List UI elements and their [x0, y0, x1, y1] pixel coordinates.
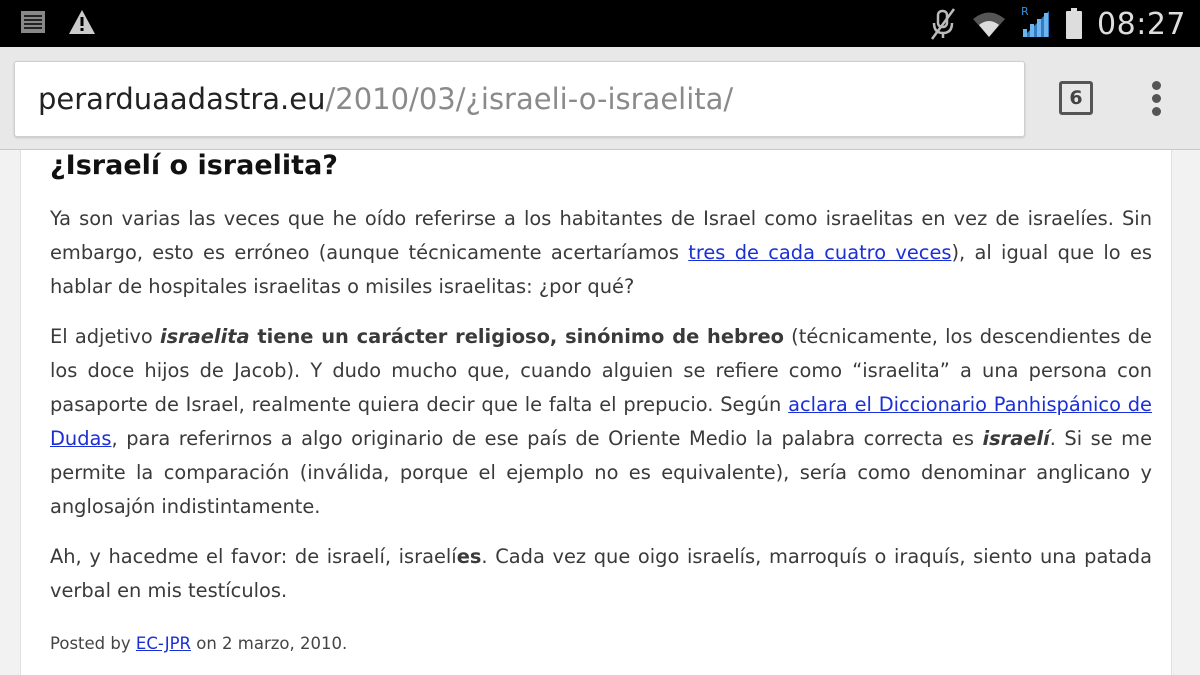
article-title: ¿Israelí o israelita?: [50, 150, 338, 181]
warning-icon: [68, 9, 96, 35]
p2-strong-1: tiene un carácter religioso, sinónimo de…: [249, 325, 784, 348]
browser-toolbar: perarduaadastra.eu/2010/03/¿israeli-o-is…: [0, 47, 1200, 150]
overflow-menu-icon[interactable]: [1143, 81, 1169, 121]
url-host: perarduaadastra.eu: [38, 82, 326, 116]
p2-em-israeli: israelí: [982, 427, 1050, 450]
p2-em-israelita: israelita: [159, 325, 250, 348]
roaming-indicator: R: [1021, 5, 1029, 18]
battery-icon: [1065, 8, 1083, 40]
paragraph-3: Ah, y hacedme el favor: de israelí, isra…: [50, 540, 1152, 608]
post-date: on 2 marzo, 2010.: [191, 634, 348, 653]
p3-strong-1: es: [456, 545, 482, 568]
p3-text-1: Ah, y hacedme el favor: de israelí, isra…: [50, 545, 457, 568]
p2-text-3: , para referirnos a algo originario de e…: [111, 427, 983, 450]
wifi-icon: [971, 10, 1007, 38]
notification-list-icon: [20, 10, 46, 34]
article-card: ¿Israelí o israelita? Ya son varias las …: [20, 150, 1172, 675]
url-path: /2010/03/¿israeli-o-israelita/: [325, 82, 734, 116]
clock: 08:27: [1097, 6, 1186, 42]
mute-icon: [929, 7, 957, 41]
author-link[interactable]: EC-JPR: [136, 634, 191, 653]
posted-by-label: Posted by: [50, 634, 136, 653]
address-bar[interactable]: perarduaadastra.eu/2010/03/¿israeli-o-is…: [14, 61, 1025, 137]
paragraph-1: Ya son varias las veces que he oído refe…: [50, 202, 1152, 304]
link-tres-de-cada-cuatro[interactable]: tres de cada cuatro veces: [688, 241, 951, 264]
tab-switcher-button[interactable]: 6: [1059, 81, 1093, 115]
p2-text-1: El adjetivo: [50, 325, 160, 348]
article: ¿Israelí o israelita? Ya son varias las …: [50, 150, 1152, 653]
status-bar: R 08:27: [0, 0, 1200, 47]
url-text[interactable]: perarduaadastra.eu/2010/03/¿israeli-o-is…: [38, 82, 733, 116]
paragraph-2: El adjetivo israelita tiene un carácter …: [50, 320, 1152, 524]
signal-icon: R: [1021, 5, 1051, 39]
post-meta: Posted by EC-JPR on 2 marzo, 2010.: [50, 634, 1152, 653]
